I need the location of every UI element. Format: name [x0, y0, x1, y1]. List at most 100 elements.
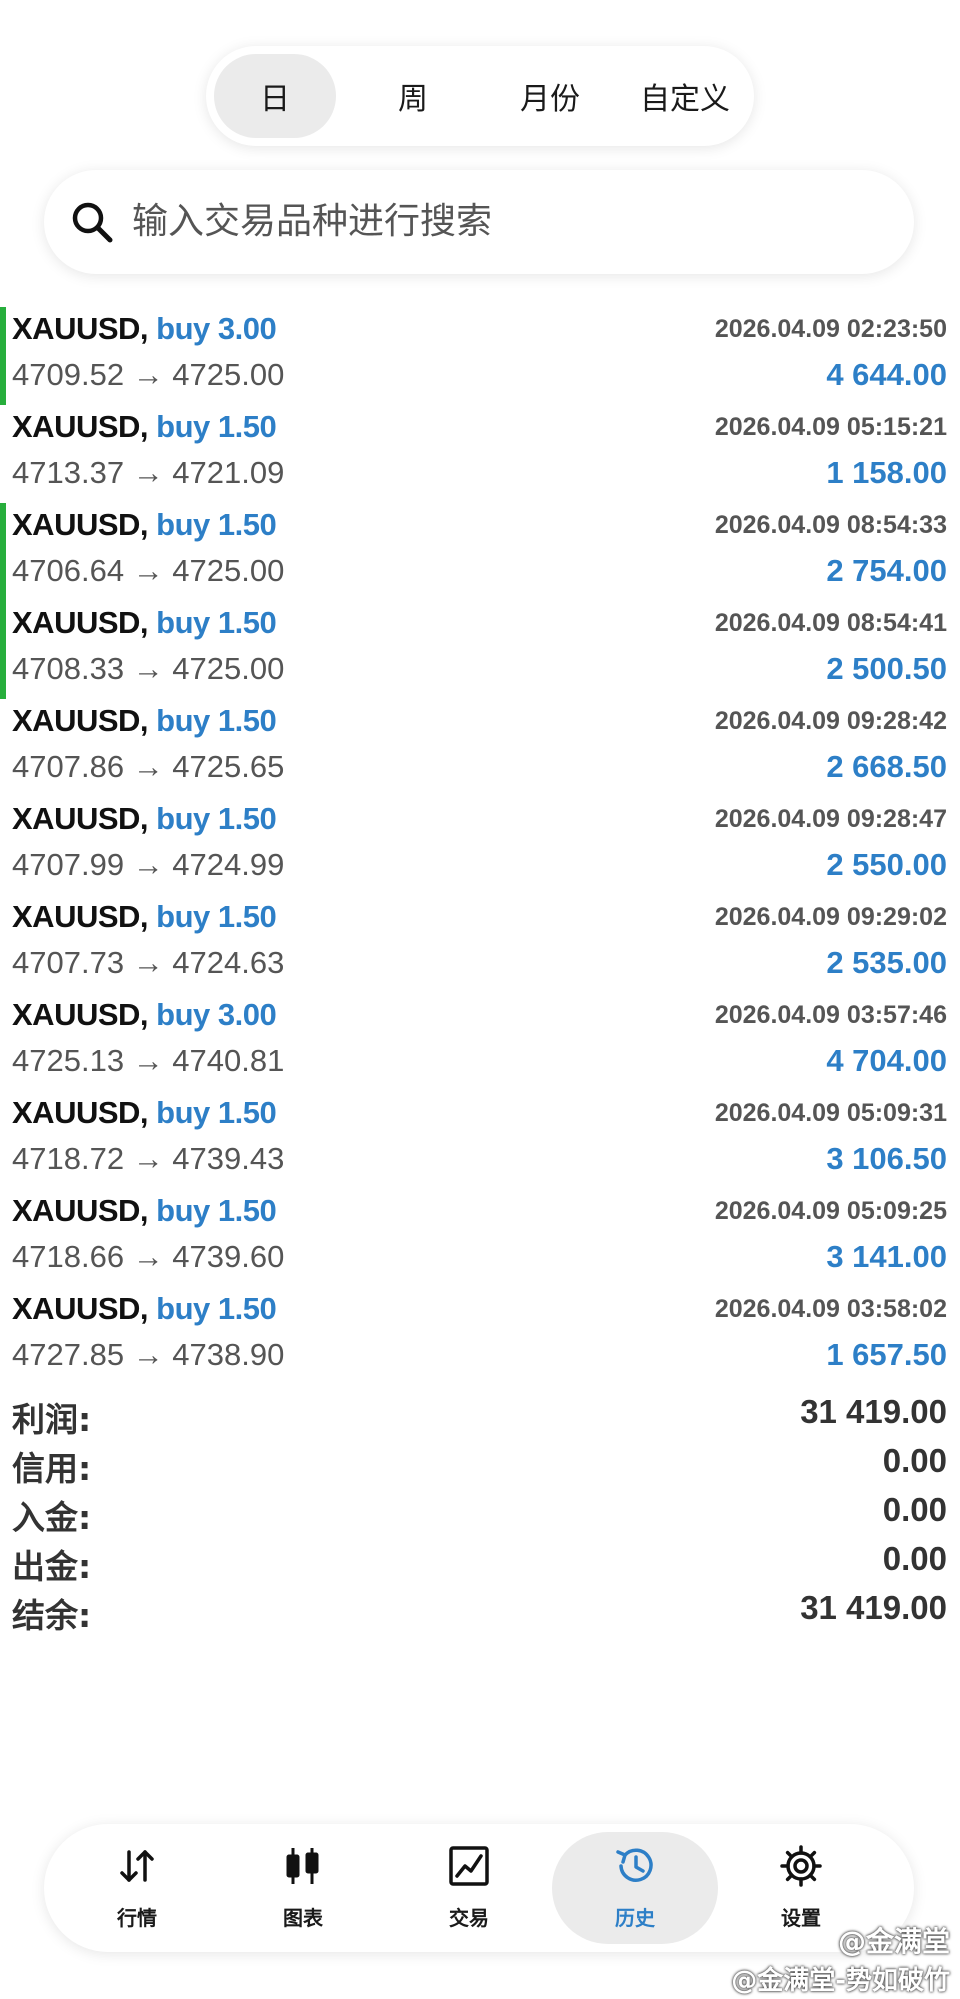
trade-profit: 4 644.00: [826, 357, 947, 392]
summary-label: 结余:: [12, 1596, 92, 1635]
quotes-arrows-icon: [120, 1850, 154, 1882]
trade-side: buy 1.50: [156, 1095, 277, 1130]
trade-profit: 2 535.00: [826, 945, 947, 980]
trade-row[interactable]: XAUUSD, buy 3.00 2026.04.09 03:57:46 472…: [0, 993, 960, 1091]
nav-trade[interactable]: 交易: [386, 1832, 552, 1944]
tab-label: 日: [260, 82, 290, 117]
summary-profit: 利润: 31 419.00: [0, 1391, 960, 1440]
trade-row[interactable]: XAUUSD, buy 1.50 2026.04.09 09:28:42 470…: [0, 699, 960, 797]
trade-prices: 4706.64 → 4725.00: [12, 553, 285, 588]
trade-prices: 4708.33 → 4725.00: [12, 651, 285, 686]
trade-symbol: XAUUSD,: [12, 703, 149, 738]
nav-history[interactable]: 历史: [552, 1832, 718, 1944]
nav-label: 历史: [615, 1906, 655, 1930]
trade-profit: 4 704.00: [826, 1043, 947, 1078]
summary-label: 利润:: [12, 1400, 92, 1439]
trade-side: buy 1.50: [156, 1193, 277, 1228]
summary-balance: 结余: 31 419.00: [0, 1587, 960, 1636]
trade-side: buy 1.50: [156, 605, 277, 640]
tab-label: 自定义: [640, 82, 730, 117]
trade-chart-icon: [449, 1846, 489, 1886]
summary-value: 0.00: [882, 1442, 947, 1479]
trade-row[interactable]: XAUUSD, buy 1.50 2026.04.09 08:54:41 470…: [0, 601, 960, 699]
trade-side: buy 3.00: [156, 997, 277, 1032]
trade-profit: 1 657.50: [826, 1337, 947, 1372]
trade-symbol: XAUUSD,: [12, 409, 149, 444]
watermark-line1: @金满堂: [837, 1925, 950, 1958]
trade-time: 2026.04.09 08:54:33: [714, 511, 947, 539]
trade-row[interactable]: XAUUSD, buy 1.50 2026.04.09 03:58:02 472…: [0, 1287, 960, 1385]
trade-prices: 4709.52 → 4725.00: [12, 357, 285, 392]
trade-list: XAUUSD, buy 3.00 2026.04.09 02:23:50 470…: [0, 307, 960, 1385]
trade-time: 2026.04.09 03:58:02: [714, 1295, 947, 1323]
trade-row[interactable]: XAUUSD, buy 3.00 2026.04.09 02:23:50 470…: [0, 307, 960, 405]
trade-profit: 2 754.00: [826, 553, 947, 588]
trade-prices: 4725.13 → 4740.81: [12, 1043, 285, 1078]
tab-custom[interactable]: 自定义: [624, 54, 746, 138]
trade-symbol: XAUUSD,: [12, 1291, 149, 1326]
history-clock-icon: [616, 1848, 653, 1882]
trade-row[interactable]: XAUUSD, buy 1.50 2026.04.09 05:15:21 471…: [0, 405, 960, 503]
tab-label: 月份: [520, 82, 580, 117]
trade-side: buy 3.00: [156, 311, 277, 346]
trade-row[interactable]: XAUUSD, buy 1.50 2026.04.09 09:29:02 470…: [0, 895, 960, 993]
tab-week[interactable]: 周: [352, 54, 474, 138]
tab-day[interactable]: 日: [214, 54, 336, 138]
search-input[interactable]: 输入交易品种进行搜索: [44, 170, 914, 274]
trade-time: 2026.04.09 02:23:50: [714, 315, 947, 343]
summary-value: 0.00: [882, 1491, 947, 1528]
trade-profit: 3 106.50: [826, 1141, 947, 1176]
trade-symbol: XAUUSD,: [12, 1193, 149, 1228]
trade-side: buy 1.50: [156, 1291, 277, 1326]
trade-symbol: XAUUSD,: [12, 507, 149, 542]
nav-charts[interactable]: 图表: [220, 1832, 386, 1944]
summary-withdrawal: 出金: 0.00: [0, 1538, 960, 1587]
search-icon: [72, 202, 113, 243]
trade-time: 2026.04.09 09:29:02: [714, 903, 947, 931]
tab-label: 周: [398, 82, 428, 117]
summary-label: 出金:: [12, 1547, 92, 1586]
trade-prices: 4718.72 → 4739.43: [12, 1141, 285, 1176]
nav-label: 图表: [283, 1906, 323, 1930]
trade-prices: 4718.66 → 4739.60: [12, 1239, 285, 1274]
search-placeholder: 输入交易品种进行搜索: [132, 201, 493, 242]
trade-time: 2026.04.09 05:15:21: [714, 413, 947, 441]
summary-label: 入金:: [12, 1498, 92, 1537]
trade-symbol: XAUUSD,: [12, 1095, 149, 1130]
trade-side: buy 1.50: [156, 703, 277, 738]
trade-prices: 4707.99 → 4724.99: [12, 847, 285, 882]
candlestick-chart-icon: [286, 1848, 319, 1884]
period-selector: 日 周 月份 自定义: [206, 46, 754, 146]
trade-time: 2026.04.09 08:54:41: [714, 609, 947, 637]
trade-prices: 4707.73 → 4724.63: [12, 945, 285, 980]
trade-symbol: XAUUSD,: [12, 997, 149, 1032]
trade-profit: 3 141.00: [826, 1239, 947, 1274]
trade-time: 2026.04.09 05:09:31: [714, 1099, 947, 1127]
trade-time: 2026.04.09 05:09:25: [714, 1197, 947, 1225]
trade-prices: 4727.85 → 4738.90: [12, 1337, 285, 1372]
trade-row[interactable]: XAUUSD, buy 1.50 2026.04.09 05:09:25 471…: [0, 1189, 960, 1287]
trade-prices: 4707.86 → 4725.65: [12, 749, 285, 784]
trade-side: buy 1.50: [156, 409, 277, 444]
summary-value: 31 419.00: [800, 1589, 947, 1626]
trade-symbol: XAUUSD,: [12, 605, 149, 640]
trade-time: 2026.04.09 03:57:46: [714, 1001, 947, 1029]
trade-row[interactable]: XAUUSD, buy 1.50 2026.04.09 09:28:47 470…: [0, 797, 960, 895]
trade-profit: 2 550.00: [826, 847, 947, 882]
tab-month[interactable]: 月份: [489, 54, 611, 138]
trade-symbol: XAUUSD,: [12, 311, 149, 346]
trade-side: buy 1.50: [156, 801, 277, 836]
bottom-nav: 行情 图表 交易 历史 设置: [44, 1824, 914, 1952]
trade-profit: 2 668.50: [826, 749, 947, 784]
summary-credit: 信用: 0.00: [0, 1440, 960, 1489]
trade-symbol: XAUUSD,: [12, 801, 149, 836]
summary-value: 0.00: [882, 1540, 947, 1577]
trade-time: 2026.04.09 09:28:47: [714, 805, 947, 833]
trade-row[interactable]: XAUUSD, buy 1.50 2026.04.09 05:09:31 471…: [0, 1091, 960, 1189]
trade-time: 2026.04.09 09:28:42: [714, 707, 947, 735]
nav-quotes[interactable]: 行情: [54, 1832, 220, 1944]
trade-row[interactable]: XAUUSD, buy 1.50 2026.04.09 08:54:33 470…: [0, 503, 960, 601]
trade-prices: 4713.37 → 4721.09: [12, 455, 285, 490]
nav-label: 交易: [449, 1906, 489, 1930]
trade-profit: 1 158.00: [826, 455, 947, 490]
